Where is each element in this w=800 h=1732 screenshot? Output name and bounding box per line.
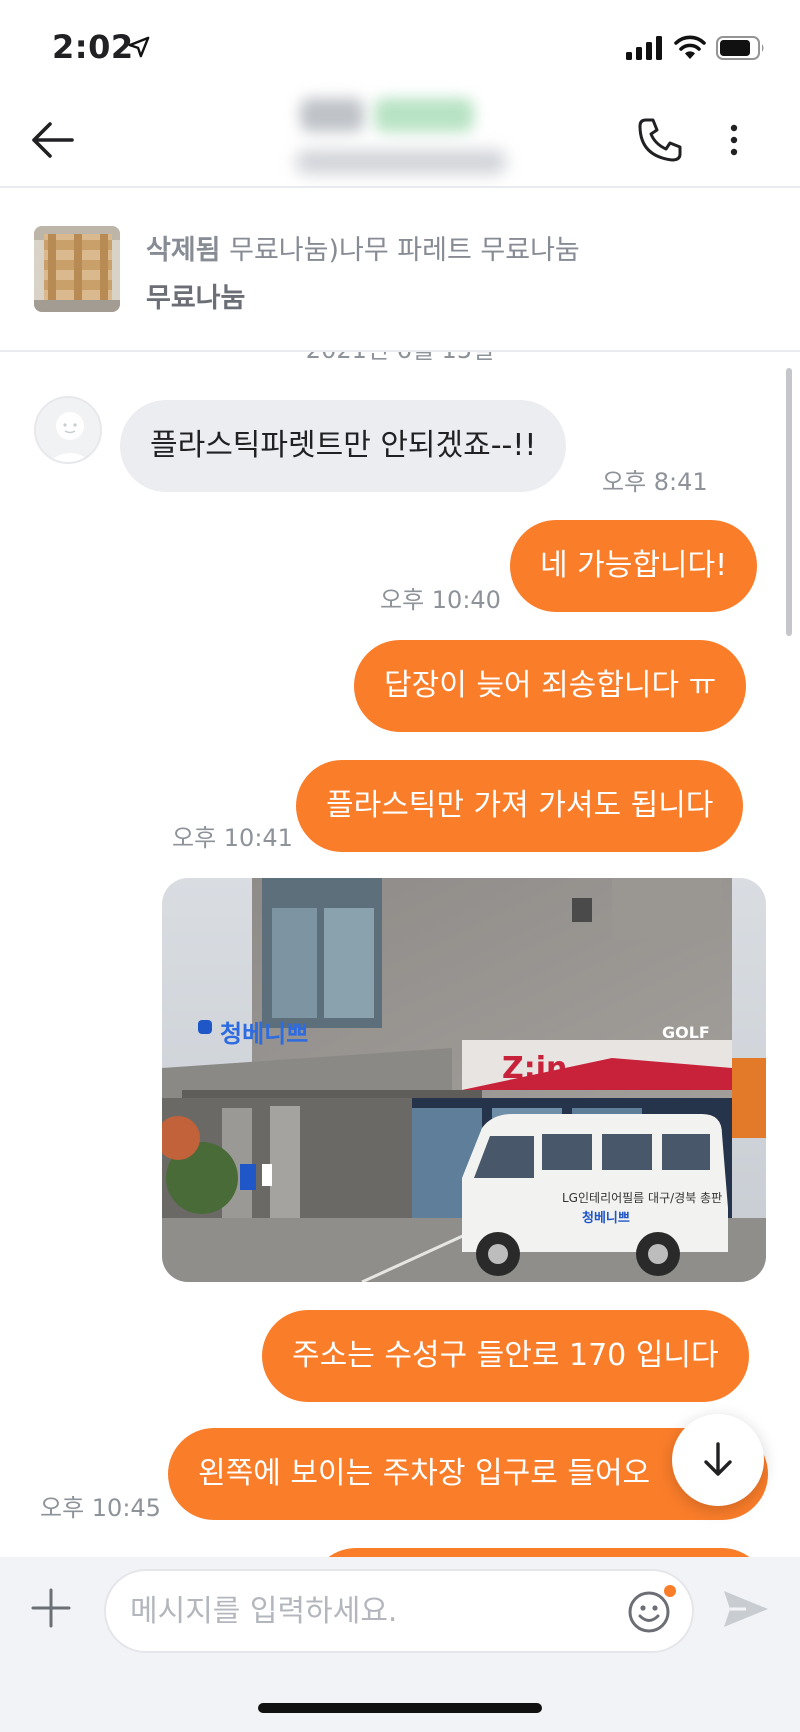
blurred-nickname [300, 98, 364, 132]
emoji-notification-dot [664, 1585, 676, 1597]
product-price: 무료나눔 [146, 283, 246, 314]
message-bubble-out[interactable]: 플라스틱만 가져 가셔도 됩니다 [296, 760, 744, 852]
message-list[interactable]: 2021년 6월 15일 플라스틱파렛트만 안되겠죠--!! 오후 8:41 네… [0, 352, 800, 1557]
message-input[interactable] [130, 1571, 610, 1651]
send-icon[interactable] [722, 1587, 770, 1631]
message-input-bar [0, 1557, 800, 1732]
status-time: 2:02 [52, 28, 134, 66]
battery-icon [716, 36, 764, 60]
scroll-down-icon [704, 1442, 732, 1476]
location-arrow-icon [128, 36, 150, 58]
sign-main-text: 청베니쁘 [220, 1020, 308, 1048]
message-bubble-out-partial[interactable] [310, 1548, 768, 1557]
product-title: 무료나눔)나무 파레트 무료나눔 [229, 235, 580, 266]
product-banner[interactable]: 삭제됨 무료나눔)나무 파레트 무료나눔 무료나눔 [0, 188, 800, 352]
back-arrow-icon[interactable] [30, 120, 76, 160]
van-text-1: LG인테리어필름 대구/경북 총판 [562, 1191, 722, 1205]
more-vertical-icon[interactable] [722, 120, 746, 160]
plus-icon[interactable] [30, 1587, 72, 1629]
van-text-2: 청베니쁘 [582, 1210, 630, 1226]
avatar[interactable] [34, 396, 102, 464]
deleted-label: 삭제됨 [146, 235, 221, 266]
message-time: 오후 10:40 [380, 586, 501, 614]
status-bar: 2:02 [0, 0, 800, 90]
signal-icon [626, 36, 662, 60]
message-bubble-out[interactable]: 네 가능합니다! [510, 520, 758, 612]
blurred-temperature [374, 98, 474, 132]
message-time: 오후 10:45 [40, 1494, 161, 1522]
message-input-container [104, 1569, 694, 1653]
product-thumbnail [34, 226, 120, 312]
phone-icon[interactable] [636, 116, 684, 164]
blurred-user-name [300, 98, 500, 142]
home-indicator [258, 1703, 542, 1713]
wifi-icon [674, 35, 706, 59]
product-title-line: 삭제됨 무료나눔)나무 파레트 무료나눔 [146, 228, 580, 267]
photo-message[interactable]: 청베니쁘 Z:in GOLF LG인테리어필름 대구/경북 총판 청베니쁘 [162, 878, 766, 1282]
message-time: 오후 8:41 [602, 468, 708, 496]
sign-golf-text: GOLF [662, 1023, 710, 1042]
date-divider: 2021년 6월 15일 [0, 352, 800, 365]
emoji-icon[interactable] [626, 1589, 672, 1635]
message-bubble-out[interactable]: 답장이 늦어 죄송합니다 ㅠ [354, 640, 747, 732]
message-bubble-in[interactable]: 플라스틱파렛트만 안되겠죠--!! [120, 400, 567, 492]
blurred-subtitle [296, 150, 506, 174]
chat-header [0, 90, 800, 188]
message-time: 오후 10:41 [172, 824, 293, 852]
sign-zin-text: Z:in [502, 1051, 567, 1086]
message-bubble-out[interactable]: 주소는 수성구 들안로 170 입니다 [262, 1310, 749, 1402]
scroll-to-bottom-button[interactable] [672, 1414, 764, 1506]
scrollbar[interactable] [786, 368, 792, 636]
